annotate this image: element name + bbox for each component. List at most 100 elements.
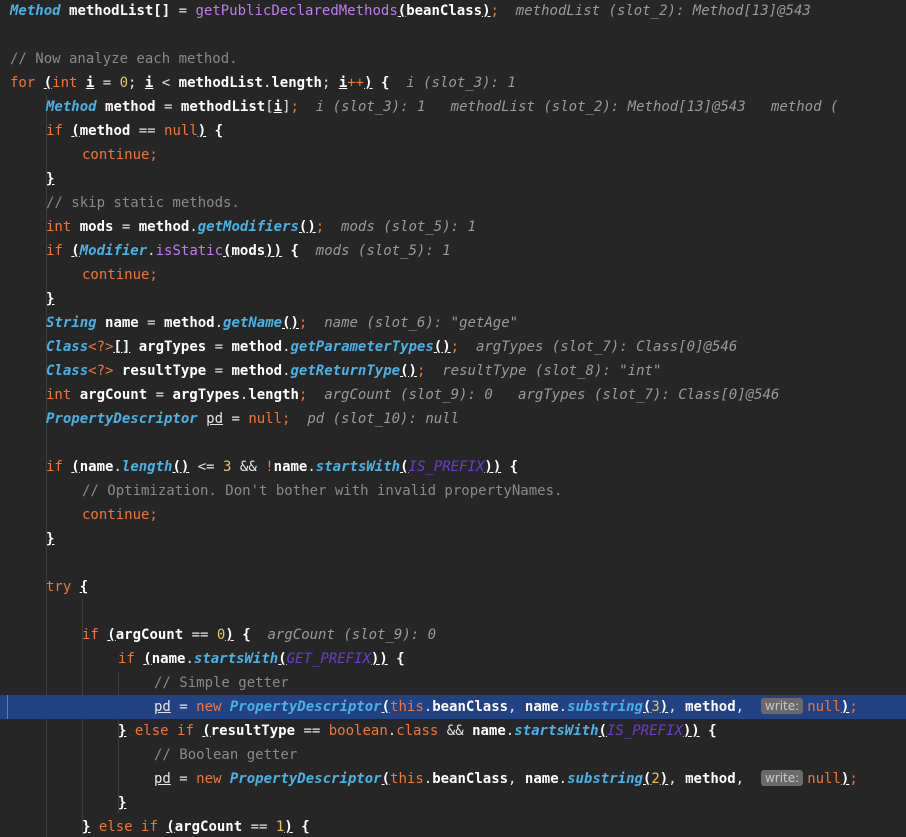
code-token: } [46, 531, 55, 547]
code-line[interactable]: // Simple getter [0, 671, 906, 695]
line-content: try { [46, 575, 88, 599]
code-token: { [282, 243, 299, 259]
code-line[interactable]: // Boolean getter [0, 743, 906, 767]
code-token: , [735, 771, 761, 787]
line-content: } [46, 527, 54, 551]
code-token: . [558, 699, 568, 715]
code-line[interactable]: if (Modifier.isStatic(mods)) { mods (slo… [0, 239, 906, 263]
code-token: = [94, 75, 120, 91]
code-line[interactable]: } [0, 527, 906, 551]
code-token: method [685, 699, 736, 715]
code-line[interactable]: PropertyDescriptor pd = null; pd (slot_1… [0, 407, 906, 431]
code-token: ( [381, 699, 391, 715]
code-token: ( [381, 771, 391, 787]
code-token: name [105, 315, 139, 331]
code-token: argTypes [138, 339, 207, 355]
code-line[interactable]: for (int i = 0; i < methodList.length; i… [0, 71, 906, 95]
code-line[interactable]: } [0, 167, 906, 191]
code-token: == [130, 123, 165, 139]
code-token: resultType [210, 723, 296, 739]
line-content: } [46, 287, 54, 311]
code-token: { [501, 459, 519, 475]
code-editor[interactable]: Method methodList[] = getPublicDeclaredM… [0, 0, 906, 837]
line-content: for (int i = 0; i < methodList.length; i… [10, 71, 516, 95]
code-line[interactable]: continue; [0, 263, 906, 287]
line-content: if (method == null) { [46, 119, 223, 143]
code-line[interactable]: } [0, 287, 906, 311]
code-token: if [46, 123, 72, 139]
code-line[interactable]: } [0, 791, 906, 815]
code-line[interactable]: if (name.length() <= 3 && !name.startsWi… [0, 455, 906, 479]
code-line[interactable]: // Now analyze each method. [0, 47, 906, 71]
code-token: if [46, 243, 72, 259]
code-line[interactable]: int argCount = argTypes.length; argCount… [0, 383, 906, 407]
code-line[interactable]: Class<?> resultType = method.getReturnTy… [0, 359, 906, 383]
code-token: argTypes [172, 387, 240, 403]
current-execution-line[interactable]: pd = new PropertyDescriptor(this.beanCla… [0, 695, 906, 719]
code-token: { [79, 579, 89, 595]
code-token: )) [682, 723, 700, 739]
code-line[interactable]: if (name.startsWith(GET_PREFIX)) { [0, 647, 906, 671]
code-line[interactable]: } else if (resultType == boolean.class &… [0, 719, 906, 743]
code-line[interactable]: // Optimization. Don't bother with inval… [0, 479, 906, 503]
code-token: 0 [119, 75, 129, 91]
code-line[interactable]: try { [0, 575, 906, 599]
code-token: null [807, 699, 841, 715]
code-token: () [400, 363, 417, 379]
code-line[interactable]: Method method = methodList[i]; i (slot_3… [0, 95, 906, 119]
code-token: ) [482, 3, 491, 19]
line-content: String name = method.getName(); name (sl… [46, 311, 518, 335]
code-token: pd [154, 699, 171, 715]
code-token: ; [849, 699, 858, 715]
code-token: ( [397, 3, 407, 19]
inline-debug-value: i (slot_3): 1 methodList (slot_2): Metho… [298, 99, 839, 115]
code-token: getReturnType [290, 363, 401, 379]
code-token: getPublicDeclaredMethods [195, 3, 398, 19]
code-token: ( [71, 459, 80, 475]
code-line[interactable]: Method methodList[] = getPublicDeclaredM… [0, 0, 906, 23]
code-token: // Boolean getter [154, 747, 298, 763]
line-content: continue; [82, 143, 158, 167]
code-line[interactable]: Class<?>[] argTypes = method.getParamete… [0, 335, 906, 359]
code-line[interactable]: String name = method.getName(); name (sl… [0, 311, 906, 335]
code-line[interactable]: } else if (argCount == 1) { [0, 815, 906, 837]
code-token: = [170, 771, 197, 787]
line-content: // Optimization. Don't bother with inval… [82, 479, 562, 503]
code-token: == [183, 627, 217, 643]
code-token: ) [197, 123, 207, 139]
code-line[interactable]: // skip static methods. [0, 191, 906, 215]
code-token: . [558, 771, 568, 787]
code-token: method [231, 363, 283, 379]
code-token: = [147, 387, 173, 403]
code-token: methodList[] [69, 3, 171, 19]
code-token: name [524, 771, 559, 787]
code-token: getModifiers [197, 219, 299, 235]
line-content: if (name.startsWith(GET_PREFIX)) { [118, 647, 405, 671]
code-line[interactable]: continue; [0, 503, 906, 527]
code-token: method [105, 99, 156, 115]
code-token: . [113, 459, 122, 475]
code-token: beanClass [432, 771, 509, 787]
inline-debug-value: i (slot_3): 1 [389, 75, 516, 91]
line-content: continue; [82, 263, 158, 287]
code-token: = [113, 219, 139, 235]
line-content: if (Modifier.isStatic(mods)) { mods (slo… [46, 239, 451, 263]
code-token: ( [166, 819, 175, 835]
line-content: // Boolean getter [154, 743, 297, 767]
code-token: ; [849, 771, 858, 787]
code-line[interactable]: if (argCount == 0) { argCount (slot_9): … [0, 623, 906, 647]
code-token: ( [71, 243, 80, 259]
code-line[interactable]: int mods = method.getModifiers(); mods (… [0, 215, 906, 239]
code-token: mods [79, 219, 114, 235]
code-token: // Now analyze each method. [10, 51, 238, 67]
code-token: beanClass [406, 3, 483, 19]
inline-debug-value: methodList (slot_2): Method[13]@543 [498, 3, 811, 19]
code-line[interactable]: continue; [0, 143, 906, 167]
code-token: try [46, 579, 80, 595]
code-token: , [668, 699, 686, 715]
code-token: for [10, 75, 44, 91]
code-line[interactable]: if (method == null) { [0, 119, 906, 143]
code-line[interactable]: pd = new PropertyDescriptor(this.beanCla… [0, 767, 906, 791]
